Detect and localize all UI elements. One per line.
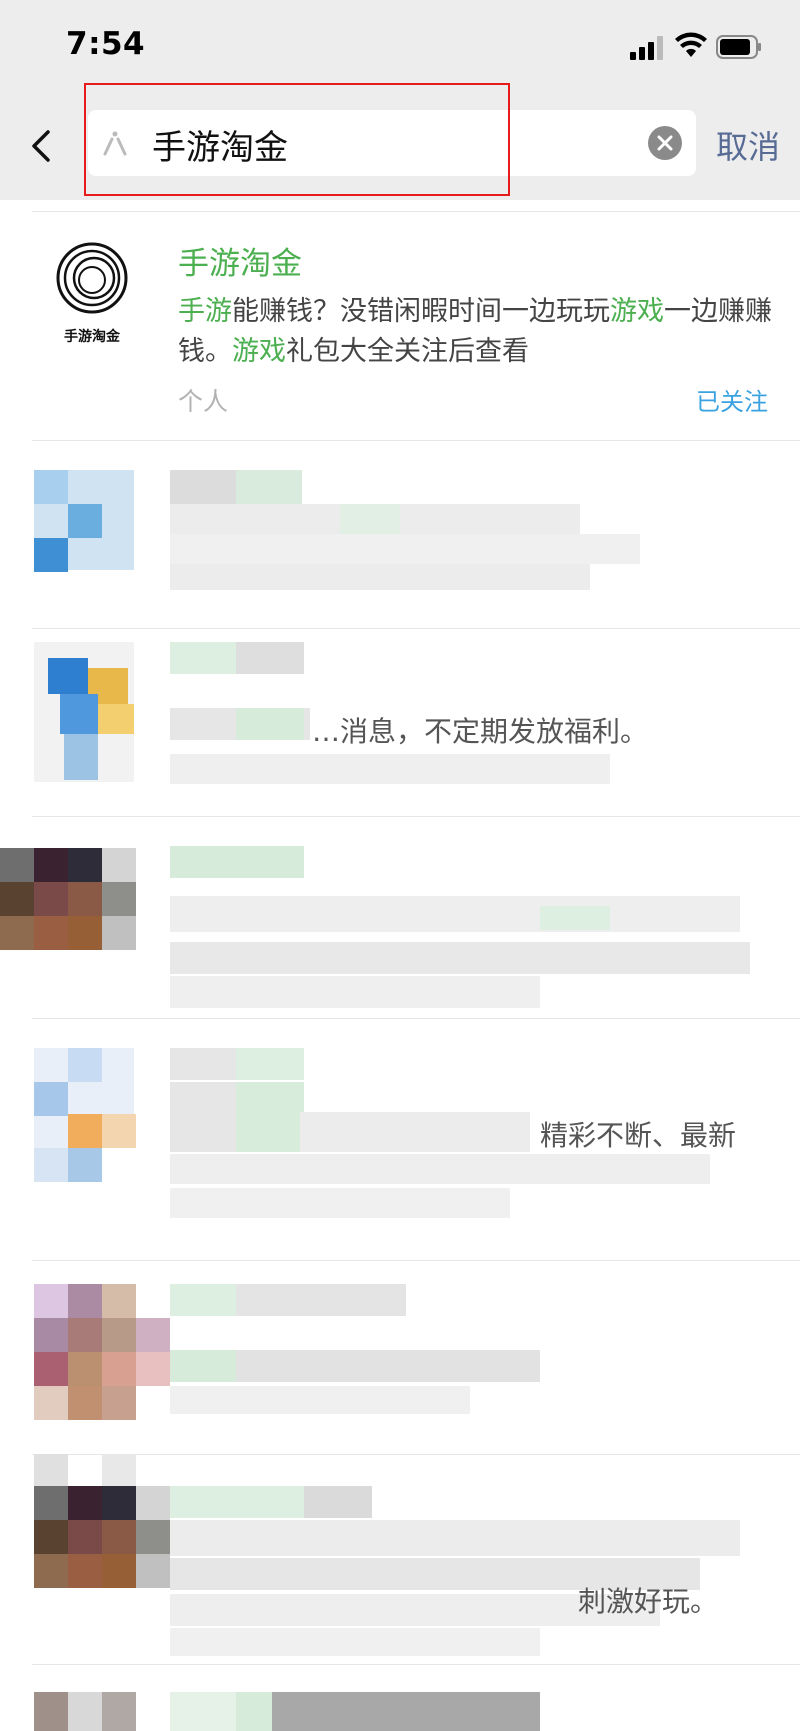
desc-highlight: 游戏 xyxy=(610,296,664,327)
search-result-item-blurred[interactable]: 精彩不断、最新 xyxy=(0,1018,800,1258)
desc-text: 能赚钱？没错闲暇时间一边玩玩 xyxy=(232,296,610,327)
blurred-content xyxy=(34,1454,740,1656)
svg-text:手游淘金: 手游淘金 xyxy=(64,328,121,345)
account-avatar: 手游淘金 xyxy=(34,232,150,348)
battery-icon xyxy=(716,35,761,59)
account-type-label: 个人 xyxy=(178,387,229,416)
desc-text: 礼包大全关注后查看 xyxy=(286,336,529,367)
search-result-item-blurred[interactable] xyxy=(0,440,800,625)
search-result-item-blurred[interactable]: …消息，不定期发放福利。 xyxy=(0,628,800,814)
blurred-text: 精彩不断、最新 xyxy=(540,1119,737,1152)
cancel-button[interactable]: 取消 xyxy=(716,122,780,168)
search-result-item[interactable]: 手游淘金 手游淘金 手游能赚钱？没错闲暇时间一边玩玩游戏一边赚赚钱。游戏礼包大全… xyxy=(0,212,800,440)
clear-search-icon[interactable] xyxy=(648,126,682,160)
annotation-highlight-box xyxy=(84,83,510,196)
back-arrow-icon[interactable] xyxy=(24,118,64,174)
blurred-content xyxy=(34,1284,540,1420)
blurred-content xyxy=(34,470,640,590)
cellular-signal-icon xyxy=(630,36,666,60)
blurred-content xyxy=(0,846,750,1008)
desc-highlight: 手游 xyxy=(178,296,232,327)
blurred-text: …消息，不定期发放福利。 xyxy=(312,715,649,748)
search-result-item-blurred[interactable] xyxy=(0,1260,800,1460)
spiral-logo-icon: 手游淘金 xyxy=(56,242,128,345)
account-description: 手游能赚钱？没错闲暇时间一边玩玩游戏一边赚赚钱。游戏礼包大全关注后查看 xyxy=(178,292,778,372)
search-result-item-blurred[interactable]: 刺激好玩。 xyxy=(0,1454,800,1664)
blurred-text: 刺激好玩。 xyxy=(578,1585,719,1618)
account-name[interactable]: 手游淘金 xyxy=(178,238,302,283)
wifi-icon xyxy=(675,32,707,57)
status-bar: 7:54 xyxy=(0,0,800,96)
search-result-item-blurred[interactable] xyxy=(0,816,800,1016)
desc-highlight: 游戏 xyxy=(232,336,286,367)
blurred-content xyxy=(34,1692,540,1731)
followed-status: 已关注 xyxy=(696,388,768,416)
status-time: 7:54 xyxy=(66,26,146,62)
search-result-item-blurred[interactable] xyxy=(0,1664,800,1731)
